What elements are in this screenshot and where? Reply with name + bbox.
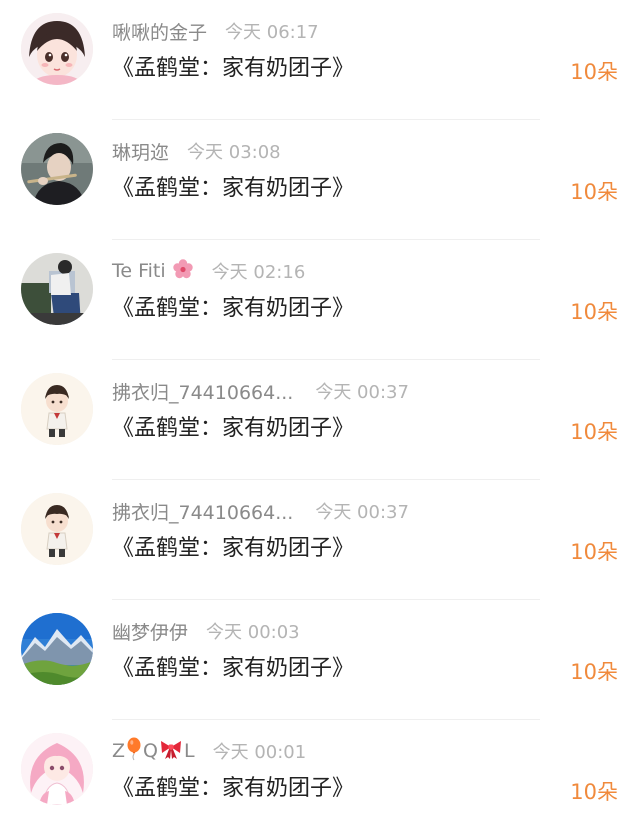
timestamp: 今天 00:03 [206,622,300,643]
list-item[interactable]: 幽梦伊伊 今天 00:03 《孟鹤堂：家有奶团子》 10朵 [0,600,640,720]
work-title[interactable]: 《孟鹤堂：家有奶团子》 [112,290,354,322]
username[interactable]: Te Fiti [112,258,194,285]
username-text-part: Q [143,740,158,762]
username[interactable]: 幽梦伊伊 [112,618,188,645]
work-title[interactable]: 《孟鹤堂：家有奶团子》 [112,410,354,442]
flute-player-avatar[interactable] [21,133,93,205]
username-text: Te Fiti [112,260,166,282]
work-title[interactable]: 《孟鹤堂：家有奶团子》 [112,170,354,202]
item-meta: 拂衣归_74410664... 今天 00:37 [112,377,409,405]
list-item[interactable]: 拂衣归_74410664... 今天 00:37 《孟鹤堂：家有奶团子》 10朵 [0,480,640,600]
list-item[interactable]: 琳玥迩 今天 03:08 《孟鹤堂：家有奶团子》 10朵 [0,120,640,240]
list-item[interactable]: 啾啾的金子 今天 06:17 《孟鹤堂：家有奶团子》 10朵 [0,0,640,120]
pink-hair-girl-avatar[interactable] [21,733,93,805]
item-meta: Z Q L 今天 00:01 [112,737,306,765]
username[interactable]: 啾啾的金子 [112,18,207,45]
username[interactable]: 琳玥迩 [112,138,169,165]
item-meta: 幽梦伊伊 今天 00:03 [112,617,300,645]
item-meta: 琳玥迩 今天 03:08 [112,137,281,165]
work-title[interactable]: 《孟鹤堂：家有奶团子》 [112,50,354,82]
username-text-part: L [184,740,195,762]
balloon-icon [126,737,142,766]
cartoon-girl-avatar[interactable] [21,13,93,85]
item-meta: Te Fiti 今天 02:16 [112,257,305,285]
work-title[interactable]: 《孟鹤堂：家有奶团子》 [112,650,354,682]
username[interactable]: 拂衣归_74410664... [112,378,293,405]
timestamp: 今天 06:17 [225,22,319,43]
list-item[interactable]: 拂衣归_74410664... 今天 00:37 《孟鹤堂：家有奶团子》 10朵 [0,360,640,480]
list-item[interactable]: Z Q L 今天 00:01 《孟鹤堂：家有奶团子》 10朵 [0,720,640,817]
item-meta: 拂衣归_74410664... 今天 00:37 [112,497,409,525]
gift-count: 10朵 [570,60,618,84]
username[interactable]: Z Q L [112,737,195,766]
gift-count: 10朵 [570,420,618,444]
chibi-boy-avatar[interactable] [21,493,93,565]
work-title[interactable]: 《孟鹤堂：家有奶团子》 [112,770,354,802]
item-meta: 啾啾的金子 今天 06:17 [112,17,319,45]
list-item[interactable]: Te Fiti 今天 02:16 《孟鹤堂：家有奶团子》 10朵 [0,240,640,360]
gift-count: 10朵 [570,780,618,804]
gift-count: 10朵 [570,180,618,204]
work-title[interactable]: 《孟鹤堂：家有奶团子》 [112,530,354,562]
chibi-boy-avatar[interactable] [21,373,93,445]
gift-count: 10朵 [570,540,618,564]
timestamp: 今天 00:01 [212,742,307,763]
mountain-landscape-avatar[interactable] [21,613,93,685]
flower-icon [172,258,194,285]
timestamp: 今天 02:16 [211,262,306,283]
username[interactable]: 拂衣归_74410664... [112,498,293,525]
timestamp: 今天 00:37 [315,502,409,523]
photo-person-avatar[interactable] [21,253,93,325]
gift-count: 10朵 [570,660,618,684]
timestamp: 今天 03:08 [187,142,281,163]
ribbon-icon [159,738,183,765]
timestamp: 今天 00:37 [315,382,409,403]
gift-record-list: 啾啾的金子 今天 06:17 《孟鹤堂：家有奶团子》 10朵 琳玥迩 今天 03… [0,0,640,817]
gift-count: 10朵 [570,300,618,324]
username-text-part: Z [112,740,126,762]
